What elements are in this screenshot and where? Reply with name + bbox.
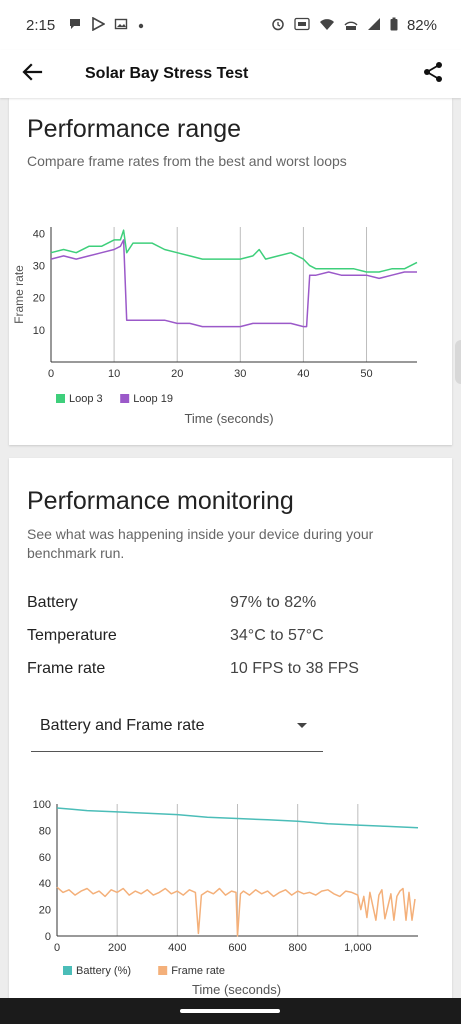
x-tick-label: 20 — [171, 368, 183, 380]
status-bar-right: 82% — [271, 17, 437, 34]
temperature-value: 34°C to 57°C — [230, 627, 324, 644]
performance-range-subtitle: Compare frame rates from the best and wo… — [27, 153, 347, 169]
dropdown-selected-value: Battery and Frame rate — [40, 717, 205, 734]
performance-monitoring-title: Performance monitoring — [27, 487, 294, 515]
frame-rate-label: Frame rate — [27, 660, 106, 677]
dropdown-arrow-icon — [297, 723, 307, 728]
battery-percent: 82% — [406, 16, 437, 34]
x-tick-label: 40 — [297, 368, 309, 380]
y-tick-label: 80 — [39, 825, 51, 837]
edge-panel-handle[interactable] — [455, 340, 461, 384]
x-tick-label: 10 — [108, 368, 120, 380]
share-button[interactable] — [409, 50, 457, 98]
performance-monitoring-card: Performance monitoring See what was happ… — [9, 458, 452, 1024]
hd-voice-icon — [294, 17, 310, 34]
chat-bubble-icon — [68, 17, 82, 34]
y-tick-label: 40 — [39, 878, 51, 890]
y-tick-label: 20 — [39, 905, 51, 917]
legend-label: Loop 3 — [69, 393, 103, 405]
battery-icon — [390, 17, 398, 34]
performance-range-title: Performance range — [27, 115, 242, 143]
legend-swatch — [63, 966, 72, 975]
y-tick-label: 60 — [39, 852, 51, 864]
series-line-frame-rate — [56, 886, 416, 937]
legend-label: Loop 19 — [133, 393, 173, 405]
x-tick-label: 800 — [288, 942, 306, 954]
y-tick-label: 30 — [33, 261, 45, 273]
legend-swatch — [158, 966, 168, 975]
dot-icon — [137, 18, 145, 33]
y-axis-label: Frame rate — [12, 265, 26, 324]
status-time: 2:15 — [26, 16, 56, 34]
legend-label: Battery (%) — [76, 965, 131, 977]
x-tick-label: 50 — [360, 368, 372, 380]
arrow-back-icon — [21, 61, 43, 88]
play-store-icon — [91, 16, 106, 34]
gallery-icon — [114, 17, 128, 34]
cell-signal-icon — [367, 17, 381, 34]
chart-metric-dropdown[interactable]: Battery and Frame rate — [31, 703, 323, 752]
lte-icon — [344, 17, 358, 34]
battery-value: 97% to 82% — [230, 594, 317, 611]
home-gesture-handle[interactable] — [180, 1009, 280, 1013]
alarm-icon — [271, 17, 285, 34]
frame-rate-loops-chart: 0 10 20 30 40 50 10 20 30 40 Frame rate Loop 3 Loop … — [12, 227, 418, 426]
performance-range-card: Performance range Compare frame rates fr… — [9, 98, 452, 445]
wifi-signal-icon — [319, 17, 335, 34]
x-tick-label: 600 — [228, 942, 246, 954]
x-axis-label: Time (seconds) — [192, 982, 281, 997]
x-tick-label: 200 — [108, 942, 126, 954]
back-button[interactable] — [8, 50, 56, 98]
x-tick-label: 1,000 — [344, 942, 372, 954]
temperature-label: Temperature — [27, 627, 117, 644]
frame-rate-value: 10 FPS to 38 FPS — [230, 660, 359, 677]
battery-label: Battery — [27, 594, 78, 611]
y-tick-label: 0 — [45, 931, 51, 943]
status-bar: 2:15 82% — [0, 0, 461, 50]
app-bar: Solar Bay Stress Test — [0, 50, 461, 98]
x-tick-label: 30 — [234, 368, 246, 380]
x-tick-label: 400 — [168, 942, 186, 954]
series-line-loop-19 — [50, 239, 417, 328]
share-icon — [422, 61, 444, 88]
y-tick-label: 40 — [33, 228, 45, 240]
y-tick-label: 20 — [33, 293, 45, 305]
y-tick-label: 100 — [33, 799, 51, 811]
y-tick-label: 10 — [33, 325, 45, 337]
navigation-bar — [0, 998, 461, 1024]
performance-monitoring-subtitle: See what was happening inside your devic… — [27, 526, 374, 561]
x-axis-label: Time (seconds) — [184, 411, 273, 426]
legend-swatch — [56, 394, 65, 403]
page-title: Solar Bay Stress Test — [85, 65, 249, 82]
battery-frame-rate-chart: 0 200 400 600 800 1,000 0 20 40 60 80 100 Battery (%… — [33, 799, 419, 997]
legend-swatch — [120, 394, 130, 403]
x-tick-label: 0 — [54, 942, 60, 954]
legend-label: Frame rate — [171, 965, 225, 977]
x-tick-label: 0 — [48, 368, 54, 380]
status-bar-left: 2:15 — [26, 16, 145, 34]
